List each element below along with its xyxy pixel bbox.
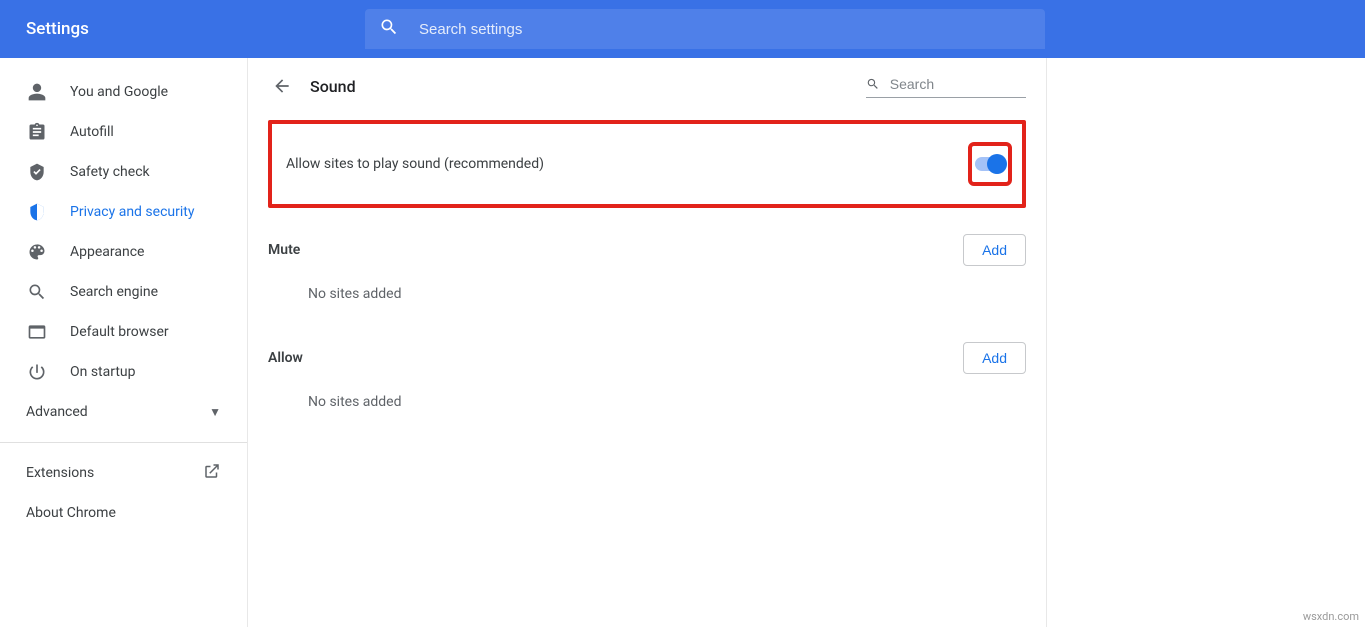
allow-empty-text: No sites added: [268, 394, 1026, 410]
sidebar-item-label: Appearance: [70, 244, 144, 260]
sidebar-advanced-toggle[interactable]: Advanced ▼: [0, 392, 247, 432]
sidebar-item-safety-check[interactable]: Safety check: [0, 152, 247, 192]
chevron-down-icon: ▼: [209, 405, 221, 419]
sidebar-item-autofill[interactable]: Autofill: [0, 112, 247, 152]
mute-add-button[interactable]: Add: [963, 234, 1026, 266]
clipboard-icon: [26, 121, 48, 143]
person-icon: [26, 81, 48, 103]
allow-sound-toggle-highlight: [968, 142, 1012, 186]
header-search[interactable]: [365, 9, 1045, 49]
search-icon: [866, 76, 880, 92]
shield-icon: [26, 201, 48, 223]
advanced-label: Advanced: [26, 404, 88, 420]
settings-title: Settings: [26, 19, 89, 39]
attribution-text: wsxdn.com: [1303, 610, 1359, 623]
sidebar-item-search-engine[interactable]: Search engine: [0, 272, 247, 312]
sidebar-item-label: Privacy and security: [70, 204, 194, 220]
browser-icon: [26, 321, 48, 343]
mute-section-header: Mute Add: [268, 234, 1026, 266]
sidebar-extensions-link[interactable]: Extensions: [0, 453, 247, 493]
page-search[interactable]: [866, 75, 1026, 98]
content-card: Sound Allow sites to play sound (recomme…: [247, 58, 1047, 627]
header-search-input[interactable]: [417, 20, 1031, 39]
search-icon: [26, 281, 48, 303]
allow-add-button[interactable]: Add: [963, 342, 1026, 374]
allow-title: Allow: [268, 350, 303, 366]
back-button[interactable]: [268, 72, 296, 100]
page-search-input[interactable]: [888, 75, 1026, 93]
external-link-icon: [203, 462, 221, 484]
mute-empty-text: No sites added: [268, 286, 1026, 302]
sidebar: You and Google Autofill Safety check Pri…: [0, 58, 248, 627]
page-header: Sound: [268, 72, 1026, 100]
shield-check-icon: [26, 161, 48, 183]
sidebar-about-chrome-link[interactable]: About Chrome: [0, 493, 247, 533]
extensions-label: Extensions: [26, 465, 94, 481]
about-label: About Chrome: [26, 505, 116, 521]
sidebar-item-appearance[interactable]: Appearance: [0, 232, 247, 272]
arrow-left-icon: [272, 76, 292, 96]
allow-sound-toggle[interactable]: [975, 157, 1005, 171]
search-icon: [379, 17, 399, 41]
sidebar-item-label: Search engine: [70, 284, 158, 300]
sidebar-item-default-browser[interactable]: Default browser: [0, 312, 247, 352]
sidebar-item-you-and-google[interactable]: You and Google: [0, 72, 247, 112]
right-gutter: wsxdn.com: [1047, 58, 1365, 627]
sidebar-item-label: Default browser: [70, 324, 169, 340]
sidebar-item-on-startup[interactable]: On startup: [0, 352, 247, 392]
sidebar-item-label: On startup: [70, 364, 136, 380]
sidebar-item-label: You and Google: [70, 84, 168, 100]
toggle-knob: [987, 154, 1007, 174]
palette-icon: [26, 241, 48, 263]
sidebar-item-label: Autofill: [70, 124, 114, 140]
allow-sound-row: Allow sites to play sound (recommended): [268, 120, 1026, 208]
sidebar-item-privacy-security[interactable]: Privacy and security: [0, 192, 247, 232]
allow-sound-label: Allow sites to play sound (recommended): [286, 156, 544, 172]
power-icon: [26, 361, 48, 383]
top-header: Settings: [0, 0, 1365, 58]
sidebar-item-label: Safety check: [70, 164, 150, 180]
allow-section-header: Allow Add: [268, 342, 1026, 374]
mute-title: Mute: [268, 242, 300, 258]
sidebar-divider: [0, 442, 247, 443]
page-title: Sound: [310, 77, 356, 96]
main-column: Sound Allow sites to play sound (recomme…: [247, 58, 1047, 627]
